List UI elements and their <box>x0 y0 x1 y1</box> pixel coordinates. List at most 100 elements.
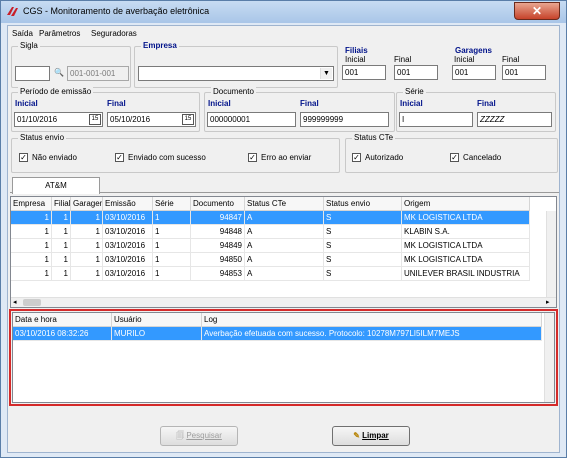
scroll-right-icon[interactable]: ▸ <box>546 298 550 306</box>
nao-enviado-label[interactable]: Não enviado <box>32 153 77 162</box>
documents-cell[interactable]: MK LOGISTICA LTDA <box>402 253 530 267</box>
documento-inicial-input[interactable]: 000000001 <box>207 112 296 127</box>
enviado-sucesso-label[interactable]: Enviado com sucesso <box>128 153 206 162</box>
documents-header[interactable]: Garagem <box>71 197 103 211</box>
documents-cell[interactable]: A <box>245 239 324 253</box>
serie-inicial-input[interactable]: I <box>399 112 473 127</box>
documents-cell[interactable]: 1 <box>52 225 71 239</box>
documents-cell[interactable]: 94848 <box>191 225 245 239</box>
menu-saida[interactable]: Saída <box>12 29 33 38</box>
documents-cell[interactable]: 94847 <box>191 211 245 225</box>
documents-cell[interactable]: S <box>324 211 402 225</box>
filiais-final-input[interactable]: 001 <box>394 65 438 80</box>
limpar-button[interactable]: ✎ Limpar <box>332 426 410 446</box>
documents-header[interactable]: Status CTe <box>245 197 324 211</box>
documents-cell[interactable]: 03/10/2016 <box>103 211 153 225</box>
documents-cell[interactable]: 1 <box>71 211 103 225</box>
documents-header[interactable]: Filial <box>52 197 71 211</box>
autorizado-label[interactable]: Autorizado <box>365 153 403 162</box>
documents-cell[interactable]: 03/10/2016 <box>103 267 153 281</box>
garagens-inicial-input[interactable]: 001 <box>452 65 496 80</box>
log-table[interactable]: Data e hora Usuário Log 03/10/2016 08:32:26… <box>12 312 555 403</box>
close-button[interactable]: ✕ <box>514 2 560 20</box>
binoculars-icon[interactable]: 🔍 <box>54 68 64 77</box>
documents-cell[interactable]: 1 <box>11 253 52 267</box>
documents-header[interactable]: Documento <box>191 197 245 211</box>
documents-cell[interactable]: 94849 <box>191 239 245 253</box>
log-cell[interactable]: 03/10/2016 08:32:26 <box>13 327 112 341</box>
documents-cell[interactable]: 1 <box>71 239 103 253</box>
calendar-icon[interactable]: 15 <box>182 114 194 125</box>
documents-cell[interactable]: KLABIN S.A. <box>402 225 530 239</box>
log-cell[interactable]: Averbação efetuada com sucesso. Protocol… <box>202 327 542 341</box>
cancelado-label[interactable]: Cancelado <box>463 153 501 162</box>
calendar-icon[interactable]: 15 <box>89 114 101 125</box>
documents-cell[interactable]: 1 <box>11 211 52 225</box>
documents-header[interactable]: Série <box>153 197 191 211</box>
documents-cell[interactable]: 1 <box>153 253 191 267</box>
documents-cell[interactable]: MK LOGISTICA LTDA <box>402 211 530 225</box>
log-cell[interactable]: MURILO <box>112 327 202 341</box>
scroll-left-icon[interactable]: ◂ <box>13 298 17 306</box>
documents-cell[interactable]: 1 <box>153 267 191 281</box>
log-header[interactable]: Usuário <box>112 313 202 327</box>
filiais-inicial-input[interactable]: 001 <box>342 65 386 80</box>
pesquisar-button[interactable]: 🗐 Pesquisar <box>160 426 238 446</box>
documents-cell[interactable]: S <box>324 239 402 253</box>
cancelado-checkbox[interactable]: ✓ <box>450 153 459 162</box>
documents-cell[interactable]: 94850 <box>191 253 245 267</box>
documents-cell[interactable]: 1 <box>52 253 71 267</box>
documents-cell[interactable]: 1 <box>52 267 71 281</box>
periodo-inicial-input[interactable]: 01/10/2016 15 <box>14 112 103 127</box>
enviado-sucesso-checkbox[interactable]: ✓ <box>115 153 124 162</box>
serie-final-input[interactable]: ZZZZZ <box>477 112 552 127</box>
tab-atm[interactable]: AT&M <box>12 177 100 194</box>
erro-enviar-checkbox[interactable]: ✓ <box>248 153 257 162</box>
autorizado-checkbox[interactable]: ✓ <box>352 153 361 162</box>
documents-header[interactable]: Empresa <box>11 197 52 211</box>
documents-cell[interactable]: 1 <box>71 253 103 267</box>
documents-horizontal-scrollbar[interactable]: ◂ ▸ <box>11 297 556 307</box>
documents-cell[interactable]: 1 <box>11 267 52 281</box>
periodo-final-input[interactable]: 05/10/2016 15 <box>107 112 196 127</box>
documents-cell[interactable]: 03/10/2016 <box>103 239 153 253</box>
menu-parametros[interactable]: Parâmetros <box>39 29 80 38</box>
documents-header[interactable]: Status envio <box>324 197 402 211</box>
documents-cell[interactable]: 03/10/2016 <box>103 225 153 239</box>
documents-cell[interactable]: A <box>245 267 324 281</box>
log-vertical-scrollbar[interactable] <box>544 313 554 402</box>
documents-cell[interactable]: 03/10/2016 <box>103 253 153 267</box>
documents-cell[interactable]: 1 <box>11 239 52 253</box>
documents-header[interactable]: Origem <box>402 197 530 211</box>
documents-cell[interactable]: 94853 <box>191 267 245 281</box>
sigla-input[interactable] <box>15 66 50 81</box>
title-bar[interactable]: CGS - Monitoramento de averbação eletrôn… <box>1 1 566 23</box>
documents-cell[interactable]: A <box>245 253 324 267</box>
log-header[interactable]: Log <box>202 313 542 327</box>
documents-cell[interactable]: 1 <box>71 225 103 239</box>
documents-cell[interactable]: S <box>324 225 402 239</box>
garagens-final-input[interactable]: 001 <box>502 65 546 80</box>
documents-vertical-scrollbar[interactable] <box>546 211 556 297</box>
documents-cell[interactable]: A <box>245 211 324 225</box>
documents-cell[interactable]: A <box>245 225 324 239</box>
documents-cell[interactable]: UNILEVER BRASIL INDUSTRIA <box>402 267 530 281</box>
documents-cell[interactable]: S <box>324 253 402 267</box>
documento-final-input[interactable]: 999999999 <box>300 112 389 127</box>
documents-cell[interactable]: 1 <box>52 211 71 225</box>
empresa-select[interactable]: ▼ <box>138 66 334 81</box>
log-header[interactable]: Data e hora <box>13 313 112 327</box>
documents-cell[interactable]: S <box>324 267 402 281</box>
chevron-down-icon[interactable]: ▼ <box>320 68 332 79</box>
documents-table[interactable]: EmpresaFilialGaragemEmissãoSérieDocument… <box>10 196 557 308</box>
nao-enviado-checkbox[interactable]: ✓ <box>19 153 28 162</box>
scroll-thumb[interactable] <box>23 299 41 306</box>
documents-cell[interactable]: 1 <box>11 225 52 239</box>
documents-header[interactable]: Emissão <box>103 197 153 211</box>
documents-cell[interactable]: 1 <box>153 239 191 253</box>
menu-seguradoras[interactable]: Seguradoras <box>91 29 137 38</box>
erro-enviar-label[interactable]: Erro ao enviar <box>261 153 311 162</box>
documents-cell[interactable]: 1 <box>71 267 103 281</box>
documents-cell[interactable]: 1 <box>153 225 191 239</box>
documents-cell[interactable]: 1 <box>153 211 191 225</box>
